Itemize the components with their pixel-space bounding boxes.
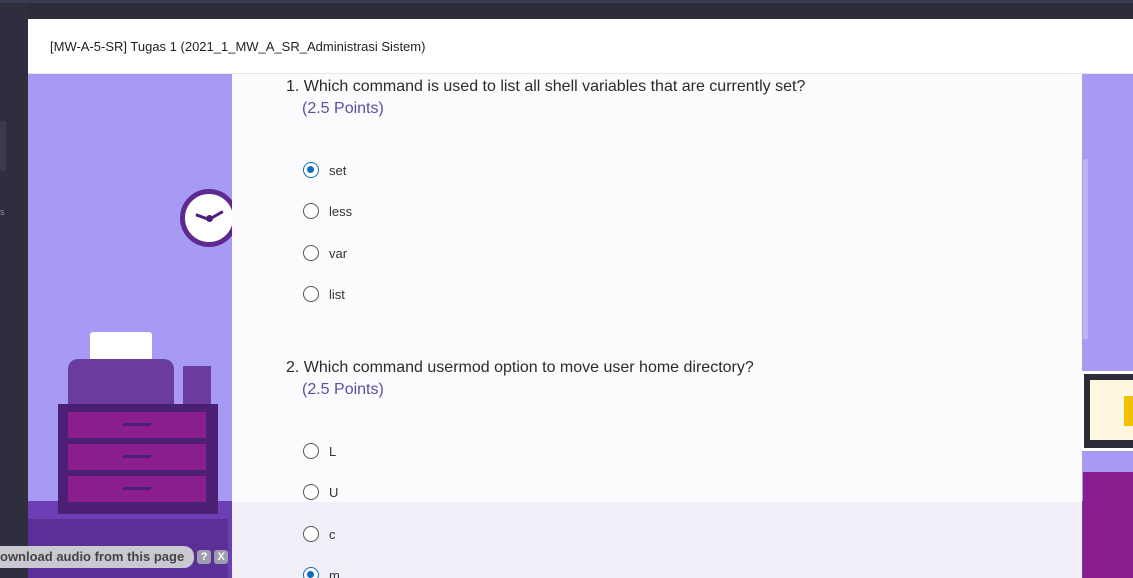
clock-center-icon bbox=[206, 215, 213, 222]
radio-icon[interactable] bbox=[303, 286, 319, 302]
radio-icon[interactable] bbox=[303, 245, 319, 261]
desk-decor bbox=[1083, 472, 1133, 578]
form-window: [MW-A-5-SR] Tugas 1 (2021_1_MW_A_SR_Admi… bbox=[28, 19, 1133, 578]
radio-icon[interactable] bbox=[303, 526, 319, 542]
question-number: 1. bbox=[286, 78, 300, 95]
drawer-handle bbox=[123, 423, 151, 426]
radio-icon[interactable] bbox=[303, 443, 319, 459]
drawer-decor bbox=[68, 476, 206, 502]
option-set[interactable]: set bbox=[303, 160, 346, 180]
monitor-decor bbox=[1081, 371, 1133, 451]
option-label: L bbox=[329, 443, 337, 459]
question-text: Which command usermod option to move use… bbox=[303, 359, 754, 376]
question-text: Which command is used to list all shell … bbox=[303, 78, 806, 95]
top-strip bbox=[0, 0, 1133, 3]
title-bar: [MW-A-5-SR] Tugas 1 (2021_1_MW_A_SR_Admi… bbox=[28, 19, 1133, 74]
radio-selected-icon[interactable] bbox=[303, 567, 319, 578]
question-points: (2.5 Points) bbox=[302, 100, 384, 117]
option-label: c bbox=[329, 526, 336, 542]
drawer-decor bbox=[68, 412, 206, 438]
radio-icon[interactable] bbox=[303, 203, 319, 219]
option-label: U bbox=[329, 484, 339, 500]
question-2: 2. Which command usermod option to move … bbox=[286, 357, 754, 401]
drawer-handle bbox=[123, 455, 151, 458]
option-var[interactable]: var bbox=[303, 243, 347, 263]
clock-icon bbox=[180, 189, 238, 247]
background-scene: 1. Which command is used to list all she… bbox=[28, 74, 1133, 578]
window-title: [MW-A-5-SR] Tugas 1 (2021_1_MW_A_SR_Admi… bbox=[50, 39, 426, 54]
pen-cup-decor bbox=[183, 366, 211, 406]
option-label: var bbox=[329, 245, 348, 261]
drawer-handle bbox=[123, 487, 151, 490]
monitor-highlight bbox=[1124, 396, 1133, 426]
question-number: 2. bbox=[286, 359, 300, 376]
option-label: list bbox=[329, 286, 345, 302]
cabinet-decor bbox=[58, 404, 218, 514]
question-title: 1. Which command is used to list all she… bbox=[286, 76, 805, 98]
left-panel-edge: s bbox=[0, 3, 28, 578]
drawer-decor bbox=[68, 444, 206, 470]
option-list[interactable]: list bbox=[303, 284, 345, 304]
download-audio-link[interactable]: ownload audio from this page bbox=[0, 546, 195, 568]
left-panel-marker bbox=[0, 121, 6, 171]
option-c[interactable]: c bbox=[303, 524, 336, 544]
close-icon[interactable]: X bbox=[214, 550, 229, 564]
question-title: 2. Which command usermod option to move … bbox=[286, 357, 754, 379]
option-U[interactable]: U bbox=[303, 482, 338, 502]
option-label: less bbox=[329, 203, 353, 219]
question-1: 1. Which command is used to list all she… bbox=[286, 76, 805, 120]
option-L[interactable]: L bbox=[303, 441, 336, 461]
left-edge-glyph: s bbox=[0, 207, 5, 217]
question-points: (2.5 Points) bbox=[302, 381, 384, 398]
card-shade bbox=[232, 502, 1082, 578]
option-less[interactable]: less bbox=[303, 201, 352, 221]
download-audio-bar: ownload audio from this page ? X bbox=[0, 546, 240, 568]
radio-selected-icon[interactable] bbox=[303, 162, 319, 178]
option-label: m bbox=[329, 567, 340, 578]
form-card: 1. Which command is used to list all she… bbox=[232, 74, 1082, 578]
option-m[interactable]: m bbox=[303, 565, 340, 578]
wall-window-decor bbox=[1083, 159, 1133, 339]
printer-decor bbox=[68, 359, 174, 404]
option-label: set bbox=[329, 162, 347, 178]
radio-icon[interactable] bbox=[303, 484, 319, 500]
help-icon[interactable]: ? bbox=[197, 550, 212, 564]
